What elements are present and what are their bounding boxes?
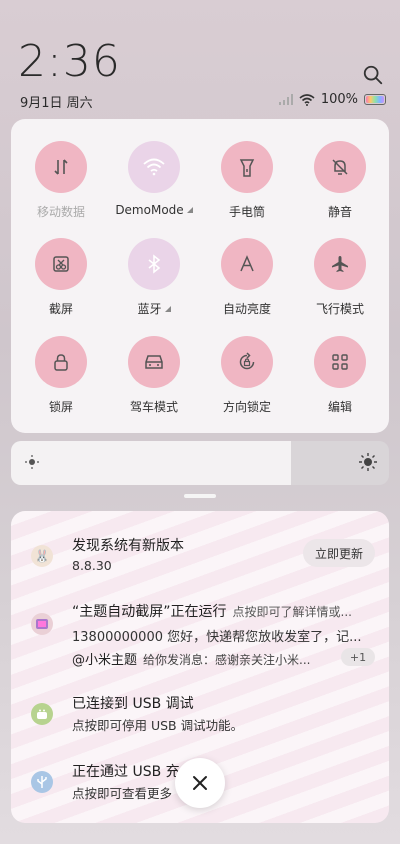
tile-car[interactable]: 驾车模式 xyxy=(107,336,201,415)
tile-label: 截屏 xyxy=(48,302,73,316)
lock-icon xyxy=(35,336,87,388)
mi-bunny-icon: 🐰 xyxy=(31,545,53,567)
tile-label: 静音 xyxy=(327,205,352,219)
tile-lock[interactable]: 锁屏 xyxy=(14,336,108,415)
car-icon xyxy=(128,336,180,388)
airplane-icon xyxy=(314,238,366,290)
status-icons: 100% xyxy=(278,92,386,107)
flashlight-icon xyxy=(221,141,273,193)
tile-wifi[interactable]: DemoMode xyxy=(107,141,201,218)
search-icon[interactable] xyxy=(362,64,384,86)
tile-label: DemoMode xyxy=(115,203,184,217)
update-now-button[interactable]: 立即更新 xyxy=(303,539,375,567)
tile-mobile-data[interactable]: 移动数据 xyxy=(14,141,108,220)
tile-auto-brightness[interactable]: 自动亮度 xyxy=(200,238,294,317)
tile-label: 移动数据 xyxy=(36,205,85,219)
tile-label: 飞行模式 xyxy=(315,302,364,316)
tile-flashlight[interactable]: 手电筒 xyxy=(200,141,294,220)
bluetooth-icon xyxy=(128,238,180,290)
brightness-low-icon xyxy=(25,455,39,469)
usb-icon xyxy=(31,771,53,793)
close-icon xyxy=(193,776,207,790)
notification-count-badge[interactable]: +1 xyxy=(341,648,375,666)
date-label: 9月1日 周六 xyxy=(20,96,93,111)
notification-usb-debug[interactable]: 已连接到 USB 调试 点按即可停用 USB 调试功能。 xyxy=(11,679,389,751)
grid-icon xyxy=(314,336,366,388)
brightness-fill xyxy=(11,441,291,485)
tile-bluetooth[interactable]: 蓝牙 xyxy=(107,238,201,317)
drag-handle[interactable] xyxy=(184,494,216,498)
clock-time: 2:36 xyxy=(18,36,121,87)
theme-app-icon xyxy=(31,613,53,635)
tile-screenshot[interactable]: 截屏 xyxy=(14,238,108,317)
screenshot-icon xyxy=(35,238,87,290)
notification-title: 已连接到 USB 调试 xyxy=(72,696,194,712)
tile-label: 自动亮度 xyxy=(222,302,271,316)
notification-text: 点按即可停用 USB 调试功能。 xyxy=(72,718,244,733)
battery-icon xyxy=(364,94,386,105)
tile-grid[interactable]: 编辑 xyxy=(293,336,387,415)
mobile-data-icon xyxy=(35,141,87,193)
notification-title: 正在通过 USB 充 xyxy=(72,764,180,780)
tile-mute[interactable]: 静音 xyxy=(293,141,387,220)
notification-theme-screenshot[interactable]: “主题自动截屏”正在运行 点按即可了解详情或... 13800000000 您好，… xyxy=(11,591,389,679)
expand-indicator-icon xyxy=(186,207,193,213)
wifi-status-icon xyxy=(299,93,315,106)
clear-all-button[interactable] xyxy=(175,758,225,808)
notification-text: 点按即可查看更多 xyxy=(72,786,173,801)
tile-airplane[interactable]: 飞行模式 xyxy=(293,238,387,317)
quick-settings-panel: 移动数据 DemoMode 手电筒 静音截屏 蓝牙 自动亮度 飞行模式锁屏 驾车模式 方向锁定 编… xyxy=(11,119,389,433)
notification-line3: @小米主题 给你发消息：感谢亲关注小米... xyxy=(72,653,311,668)
tile-label: 编辑 xyxy=(327,400,352,414)
battery-percent: 100% xyxy=(320,92,358,107)
expand-indicator-icon xyxy=(164,306,171,312)
brightness-slider[interactable] xyxy=(11,441,389,485)
rotation-lock-icon xyxy=(221,336,273,388)
tile-label: 方向锁定 xyxy=(222,400,271,414)
notification-text: 8.8.30 xyxy=(72,558,112,573)
auto-brightness-icon xyxy=(221,238,273,290)
tile-label: 蓝牙 xyxy=(137,302,162,316)
wifi-icon xyxy=(128,141,180,193)
notification-title: 发现系统有新版本 xyxy=(72,538,184,554)
signal-icon xyxy=(278,94,293,105)
tile-label: 手电筒 xyxy=(228,205,265,219)
tile-label: 驾车模式 xyxy=(129,400,178,414)
notification-text: 13800000000 您好，快递帮您放收发室了，记... xyxy=(72,630,362,645)
tile-label: 锁屏 xyxy=(48,400,73,414)
android-icon xyxy=(31,703,53,725)
brightness-high-icon xyxy=(359,453,377,471)
notification-update[interactable]: 🐰 发现系统有新版本 8.8.30 立即更新 xyxy=(11,511,389,591)
notification-title: “主题自动截屏”正在运行 点按即可了解详情或... xyxy=(72,604,352,620)
mute-icon xyxy=(314,141,366,193)
tile-rotation-lock[interactable]: 方向锁定 xyxy=(200,336,294,415)
